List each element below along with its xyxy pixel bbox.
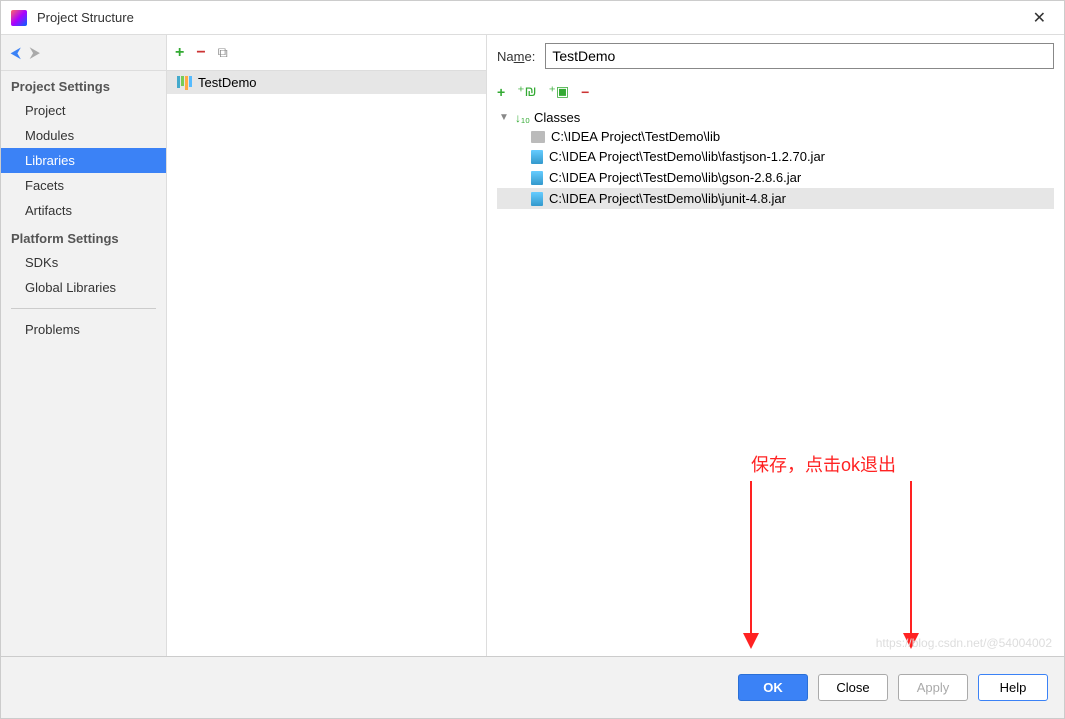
nav-artifacts[interactable]: Artifacts: [1, 198, 166, 223]
dialog-footer: OK Close Apply Help: [1, 656, 1064, 718]
library-icon: [177, 76, 192, 90]
folder-icon: [531, 131, 545, 143]
jar-icon: [531, 171, 543, 185]
apply-button[interactable]: Apply: [898, 674, 968, 701]
nav-libraries[interactable]: Libraries: [1, 148, 166, 173]
name-label: Name:: [497, 49, 535, 64]
expand-icon[interactable]: ▼: [497, 112, 511, 123]
tree-jar-row[interactable]: C:\IDEA Project\TestDemo\lib\gson-2.8.6.…: [497, 167, 1054, 188]
tree-jar-row[interactable]: C:\IDEA Project\TestDemo\lib\junit-4.8.j…: [497, 188, 1054, 209]
classes-tree: ▼ ↓₁₀ Classes C:\IDEA Project\TestDemo\l…: [497, 108, 1054, 209]
tree-jar-label: C:\IDEA Project\TestDemo\lib\fastjson-1.…: [549, 149, 825, 164]
title-bar: Project Structure ✕: [1, 1, 1064, 35]
name-row: Name:: [497, 43, 1054, 69]
section-platform-settings: Platform Settings: [1, 223, 166, 250]
library-item[interactable]: TestDemo: [167, 71, 486, 94]
nav-history: ⮜ ⮞: [1, 35, 166, 71]
window-title: Project Structure: [37, 10, 1025, 25]
nav-problems[interactable]: Problems: [1, 317, 166, 342]
close-button[interactable]: Close: [818, 674, 888, 701]
divider: [11, 308, 156, 309]
app-icon: [11, 10, 27, 26]
copy-icon[interactable]: ⧉: [218, 44, 228, 61]
annotation-arrow-icon: [901, 481, 921, 651]
library-toolbar: + − ⧉: [167, 35, 486, 71]
tree-jar-label: C:\IDEA Project\TestDemo\lib\gson-2.8.6.…: [549, 170, 801, 185]
nav-modules[interactable]: Modules: [1, 123, 166, 148]
classes-toolbar: + ⁺₪ ⁺▣ −: [497, 79, 1054, 104]
library-list: TestDemo: [167, 71, 486, 656]
close-icon[interactable]: ✕: [1025, 6, 1054, 30]
add-class-icon[interactable]: +: [497, 84, 505, 100]
tree-root-row[interactable]: ▼ ↓₁₀ Classes: [497, 108, 1054, 127]
sidebar: ⮜ ⮞ Project Settings Project Modules Lib…: [1, 35, 167, 656]
annotation-arrow-icon: [741, 481, 761, 651]
add-exclude-icon[interactable]: ⁺▣: [548, 83, 569, 100]
jar-icon: [531, 150, 543, 164]
nav-facets[interactable]: Facets: [1, 173, 166, 198]
tree-folder-label: C:\IDEA Project\TestDemo\lib: [551, 129, 720, 144]
tree-jar-label: C:\IDEA Project\TestDemo\lib\junit-4.8.j…: [549, 191, 786, 206]
classes-icon: ↓₁₀: [515, 111, 530, 125]
section-project-settings: Project Settings: [1, 71, 166, 98]
ok-button[interactable]: OK: [738, 674, 808, 701]
nav-sdks[interactable]: SDKs: [1, 250, 166, 275]
watermark: https://blog.csdn.net/@54004002: [876, 636, 1052, 650]
tree-folder-row[interactable]: C:\IDEA Project\TestDemo\lib: [497, 127, 1054, 146]
remove-class-icon[interactable]: −: [581, 84, 589, 100]
tree-jar-row[interactable]: C:\IDEA Project\TestDemo\lib\fastjson-1.…: [497, 146, 1054, 167]
remove-icon[interactable]: −: [196, 44, 205, 62]
back-icon[interactable]: ⮜: [11, 45, 20, 61]
jar-icon: [531, 192, 543, 206]
tree-root-label: Classes: [534, 110, 580, 125]
nav-global-libraries[interactable]: Global Libraries: [1, 275, 166, 300]
help-button[interactable]: Help: [978, 674, 1048, 701]
add-framework-icon[interactable]: ⁺₪: [517, 83, 536, 100]
nav-project[interactable]: Project: [1, 98, 166, 123]
detail-panel: Name: + ⁺₪ ⁺▣ − ▼ ↓₁₀ Classes C:\IDEA Pr…: [487, 35, 1064, 656]
library-item-label: TestDemo: [198, 75, 257, 90]
add-icon[interactable]: +: [175, 44, 184, 62]
annotation-text: 保存，点击ok退出: [751, 451, 896, 477]
library-list-panel: + − ⧉ TestDemo: [167, 35, 487, 656]
name-input[interactable]: [545, 43, 1054, 69]
forward-icon[interactable]: ⮞: [30, 45, 39, 61]
